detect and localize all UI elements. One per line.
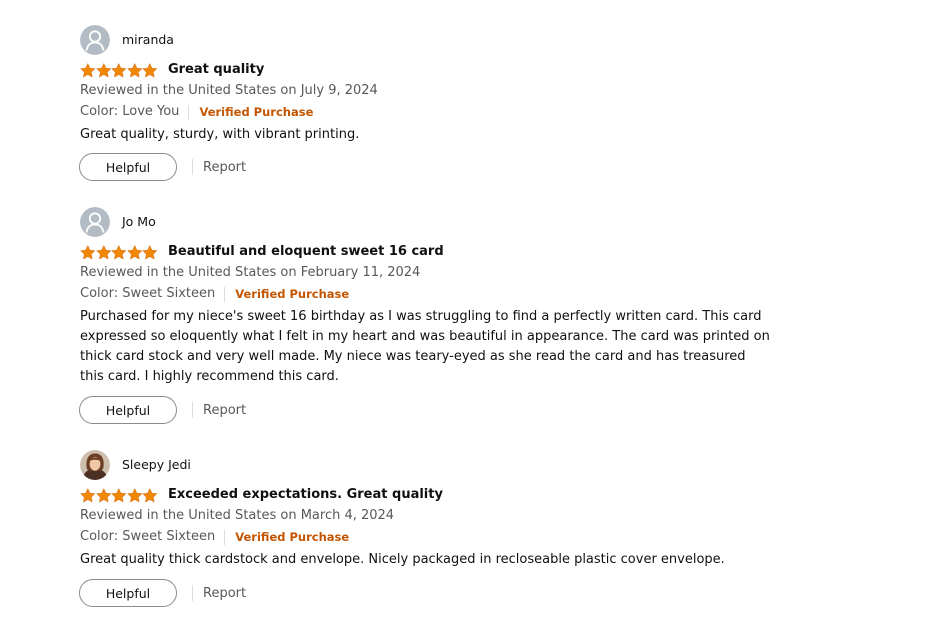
review-variant-row: Color: Sweet Sixteen Verified Purchase [80, 528, 349, 546]
star-filled-icon [111, 487, 127, 502]
star-filled-icon [111, 62, 127, 77]
star-rating[interactable] [80, 62, 158, 78]
review-variant-row: Color: Sweet Sixteen Verified Purchase [80, 285, 349, 303]
default-avatar-icon[interactable] [80, 25, 110, 55]
review-title-row: Exceeded expectations. Great quality [80, 486, 443, 504]
divider [188, 104, 190, 120]
helpful-button[interactable]: Helpful [79, 153, 177, 181]
review-actions: Helpful Report [79, 395, 246, 425]
verified-purchase-badge: Verified Purchase [199, 105, 314, 119]
default-avatar-icon[interactable] [80, 207, 110, 237]
reviewer-name[interactable]: miranda [122, 32, 174, 48]
review-actions: Helpful Report [79, 152, 246, 182]
reviewer-profile[interactable]: Sleepy Jedi [80, 449, 191, 481]
reviewer-name[interactable]: Jo Mo [122, 214, 156, 230]
star-filled-icon [142, 244, 158, 259]
star-rating[interactable] [80, 244, 158, 260]
review-title[interactable]: Great quality [168, 61, 264, 79]
reviewer-profile[interactable]: miranda [80, 24, 174, 56]
review-body: Purchased for my niece's sweet 16 birthd… [80, 309, 770, 384]
report-link[interactable]: Report [203, 160, 246, 175]
report-link[interactable]: Report [203, 403, 246, 418]
star-filled-icon [142, 62, 158, 77]
reviews-list: miranda Great quality Reviewed in the Un… [0, 0, 932, 621]
divider [224, 529, 226, 545]
divider [224, 286, 226, 302]
product-variant[interactable]: Color: Love You [80, 103, 179, 121]
divider [192, 402, 193, 418]
verified-purchase-badge: Verified Purchase [235, 287, 350, 301]
divider [192, 159, 193, 175]
review-variant-row: Color: Love You Verified Purchase [80, 103, 313, 121]
report-link[interactable]: Report [203, 586, 246, 601]
star-filled-icon [142, 487, 158, 502]
star-filled-icon [96, 487, 111, 502]
verified-purchase-badge: Verified Purchase [235, 530, 350, 544]
review-actions: Helpful Report [79, 578, 246, 608]
star-filled-icon [80, 62, 96, 77]
review-title-row: Beautiful and eloquent sweet 16 card [80, 243, 444, 261]
review-title-row: Great quality [80, 61, 264, 79]
star-rating[interactable] [80, 487, 158, 503]
star-filled-icon [80, 244, 96, 259]
star-filled-icon [111, 244, 127, 259]
review-title[interactable]: Beautiful and eloquent sweet 16 card [168, 243, 444, 261]
review-date: Reviewed in the United States on Februar… [80, 265, 421, 280]
star-filled-icon [127, 62, 142, 77]
helpful-button[interactable]: Helpful [79, 579, 177, 607]
product-variant[interactable]: Color: Sweet Sixteen [80, 285, 215, 303]
review-date: Reviewed in the United States on March 4… [80, 508, 395, 523]
reviewer-profile[interactable]: Jo Mo [80, 206, 156, 238]
review-body: Great quality, sturdy, with vibrant prin… [80, 127, 360, 142]
review-body: Great quality thick cardstock and envelo… [80, 552, 725, 567]
review-date: Reviewed in the United States on July 9,… [80, 83, 378, 98]
star-filled-icon [96, 62, 111, 77]
helpful-button[interactable]: Helpful [79, 396, 177, 424]
star-filled-icon [96, 244, 111, 259]
divider [192, 585, 193, 601]
product-variant[interactable]: Color: Sweet Sixteen [80, 528, 215, 546]
star-filled-icon [127, 244, 142, 259]
star-filled-icon [127, 487, 142, 502]
reviewer-name[interactable]: Sleepy Jedi [122, 457, 191, 473]
star-filled-icon [80, 487, 96, 502]
profile-photo[interactable] [80, 450, 110, 480]
review-title[interactable]: Exceeded expectations. Great quality [168, 486, 443, 504]
